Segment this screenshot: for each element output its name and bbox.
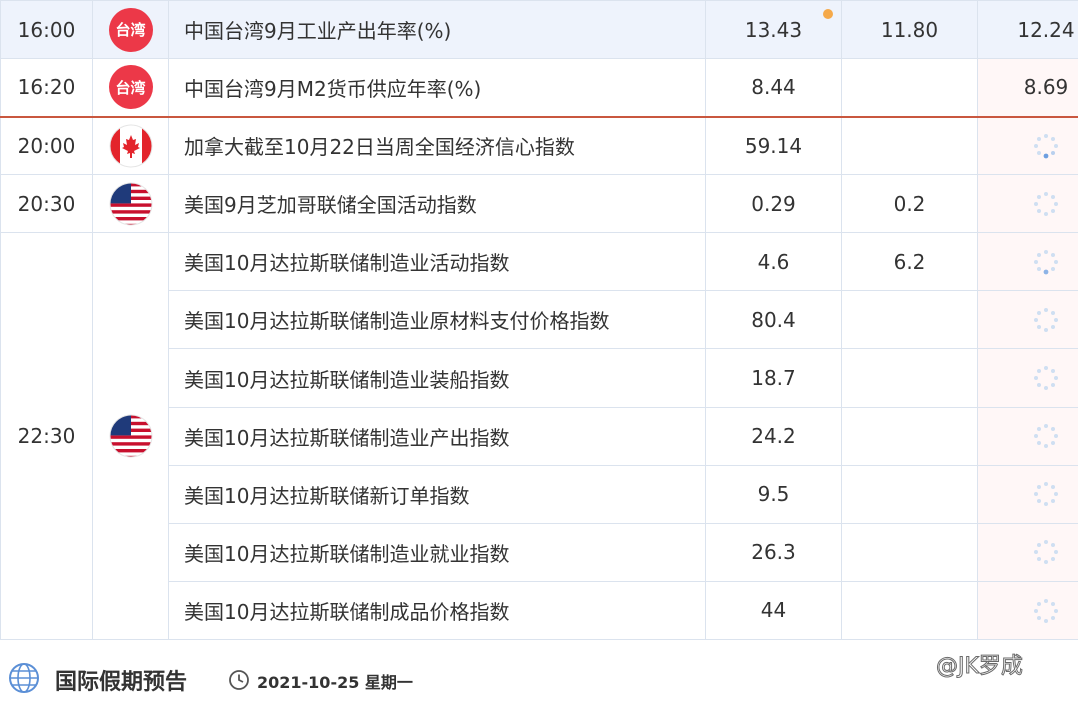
- usa-flag-icon: [109, 182, 152, 226]
- table-row[interactable]: 22:30 美国10月达拉斯联储制造业活动指数 4.6 6.2: [0, 232, 1078, 640]
- forecast-value: [841, 58, 978, 118]
- forecast-value: [841, 580, 978, 641]
- table-row[interactable]: 16:00 台湾 中国台湾9月工业产出年率(%) 13.43 11.80 12.…: [0, 0, 1078, 60]
- actual-value: [977, 406, 1078, 466]
- table-row[interactable]: 16:20 台湾 中国台湾9月M2货币供应年率(%) 8.44 8.69: [0, 58, 1078, 118]
- table-row[interactable]: 20:00 加拿大截至10月22日当周全国经济信心指数 59.14: [0, 116, 1078, 176]
- event-name: 中国台湾9月工业产出年率(%): [168, 0, 706, 60]
- forecast-value: [841, 348, 978, 408]
- event-name: 美国10月达拉斯联储制造业原材料支付价格指数: [168, 290, 706, 350]
- previous-value-text: 13.43: [744, 17, 803, 42]
- watermark: @JK罗成: [936, 654, 1024, 680]
- event-name: 美国10月达拉斯联储制造业活动指数: [168, 232, 706, 292]
- event-name: 美国10月达拉斯联储制成品价格指数: [168, 580, 706, 641]
- event-name: 美国10月达拉斯联储新订单指数: [168, 464, 706, 524]
- release-time: 16:00: [0, 0, 93, 60]
- table-row[interactable]: 20:30 美国9月芝加哥联储全国活动指数 0.29 0.2: [0, 174, 1078, 234]
- forecast-value: [841, 116, 978, 176]
- forecast-value: 6.2: [841, 232, 978, 292]
- event-name: 加拿大截至10月22日当周全国经济信心指数: [168, 116, 706, 176]
- release-time: 22:30: [0, 232, 93, 640]
- update-dot-icon: [823, 9, 833, 19]
- loading-spinner-icon: [1034, 308, 1058, 333]
- previous-value: 9.5: [705, 464, 842, 524]
- previous-value: 80.4: [705, 290, 842, 350]
- loading-spinner-icon: [1034, 366, 1058, 391]
- previous-value: 8.44: [705, 58, 842, 118]
- country-flag: 台湾: [92, 0, 169, 60]
- loading-spinner-icon: [1034, 250, 1058, 275]
- loading-spinner-icon: [1034, 192, 1058, 217]
- previous-value: 4.6: [705, 232, 842, 292]
- previous-value: 13.43: [705, 0, 842, 60]
- event-name: 美国9月芝加哥联储全国活动指数: [168, 174, 706, 234]
- clock-icon: [229, 670, 249, 690]
- release-time: 20:00: [0, 116, 93, 176]
- event-name: 中国台湾9月M2货币供应年率(%): [168, 58, 706, 118]
- country-flag: 台湾: [92, 58, 169, 118]
- event-name: 美国10月达拉斯联储制造业装船指数: [168, 348, 706, 408]
- actual-value: [977, 522, 1078, 582]
- actual-value: [977, 290, 1078, 350]
- previous-value: 24.2: [705, 406, 842, 466]
- economic-calendar-table: 16:00 台湾 中国台湾9月工业产出年率(%) 13.43 11.80 12.…: [0, 0, 1078, 641]
- globe-icon: [9, 663, 39, 693]
- previous-value: 18.7: [705, 348, 842, 408]
- actual-value: [977, 464, 1078, 524]
- loading-spinner-icon: [1034, 482, 1058, 507]
- actual-value: 8.69: [977, 58, 1078, 118]
- loading-spinner-icon: [1034, 424, 1058, 449]
- previous-value: 26.3: [705, 522, 842, 582]
- actual-value: [977, 116, 1078, 176]
- canada-flag-icon: [109, 124, 152, 168]
- forecast-value: [841, 464, 978, 524]
- country-flag: [92, 174, 169, 234]
- forecast-value: [841, 406, 978, 466]
- loading-spinner-icon: [1034, 540, 1058, 565]
- actual-value: [977, 174, 1078, 234]
- country-flag: [92, 232, 169, 640]
- actual-value: [977, 232, 1078, 292]
- actual-value: 12.24: [977, 0, 1078, 60]
- country-flag: [92, 116, 169, 176]
- loading-spinner-icon: [1034, 134, 1058, 159]
- release-time: 16:20: [0, 58, 93, 118]
- event-name: 美国10月达拉斯联储制造业产出指数: [168, 406, 706, 466]
- forecast-value: 11.80: [841, 0, 978, 60]
- previous-value: 0.29: [705, 174, 842, 234]
- forecast-value: [841, 522, 978, 582]
- event-name: 美国10月达拉斯联储制造业就业指数: [168, 522, 706, 582]
- forecast-value: 0.2: [841, 174, 978, 234]
- release-time: 20:30: [0, 174, 93, 234]
- taiwan-badge-icon: 台湾: [108, 7, 153, 52]
- actual-value: [977, 580, 1078, 641]
- loading-spinner-icon: [1034, 598, 1058, 623]
- usa-flag-icon: [109, 414, 152, 458]
- actual-value: [977, 348, 1078, 408]
- previous-value: 59.14: [705, 116, 842, 176]
- taiwan-badge-icon: 台湾: [108, 65, 153, 110]
- previous-value: 44: [705, 580, 842, 641]
- section-title: 国际假期预告: [55, 670, 188, 695]
- section-date: 2021-10-25 星期一: [257, 673, 413, 692]
- forecast-value: [841, 290, 978, 350]
- holiday-preview-header: 国际假期预告 2021-10-25 星期一 @JK罗成: [0, 640, 1078, 705]
